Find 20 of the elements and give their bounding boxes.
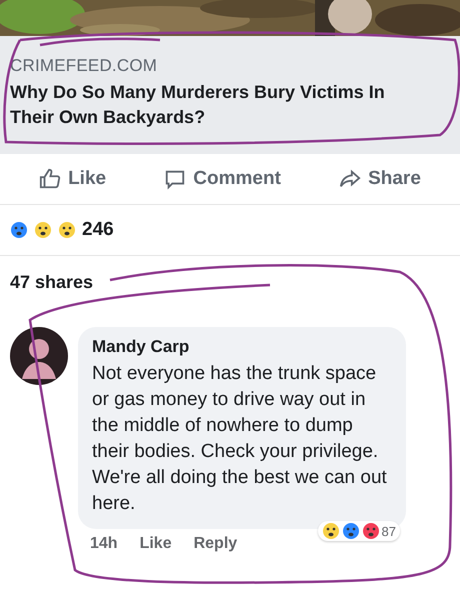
comment-action-link[interactable]: Like xyxy=(140,535,172,553)
comment-text: Not everyone has the trunk space or gas money to drive way out in the middle of nowhere to dump their bodies. Check your privilege. We're all doing the best we can out here. xyxy=(92,362,388,516)
like-action[interactable]: Like xyxy=(39,168,106,190)
share-arrow-icon xyxy=(339,168,362,190)
comment-action[interactable]: Comment xyxy=(164,168,281,190)
link-domain: CRIMEFEED.COM xyxy=(10,56,158,76)
share-count[interactable]: 47 shares xyxy=(0,256,460,297)
comment-author[interactable]: Mandy Carp xyxy=(92,337,392,357)
comment-time: 14h xyxy=(90,535,118,553)
link-title: Why Do So Many Murderers Bury Victims In Their Own Backyards? xyxy=(10,81,386,129)
speech-bubble-icon xyxy=(164,168,186,190)
avatar xyxy=(10,327,68,385)
comment-reactions[interactable]: 87 xyxy=(318,521,400,541)
link-preview-card[interactable]: CRIMEFEED.COM Why Do So Many Murderers Bury Victims In Their Own Backyards? xyxy=(0,36,460,154)
wow-reaction-icon xyxy=(34,221,52,239)
comment-action-link[interactable]: Reply xyxy=(194,535,238,553)
thumbs-up-icon xyxy=(39,168,62,190)
share-action[interactable]: Share xyxy=(339,168,421,190)
reaction-count[interactable]: 246 xyxy=(82,219,114,241)
comment-reaction-count: 87 xyxy=(382,524,396,538)
